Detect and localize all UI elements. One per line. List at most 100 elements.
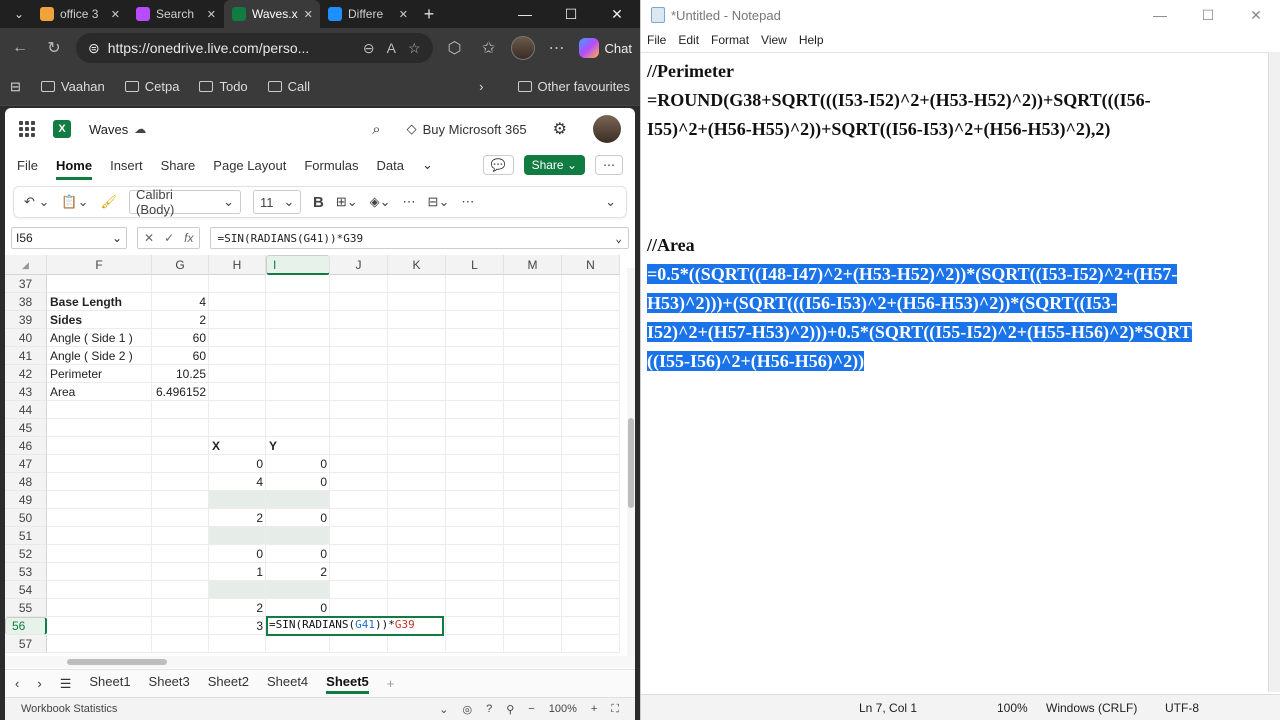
close-tab-icon[interactable]: ✕ xyxy=(399,8,408,21)
grid-cell[interactable] xyxy=(330,437,388,455)
grid-cell[interactable] xyxy=(504,275,562,293)
row-header[interactable]: 41 xyxy=(5,347,47,365)
grid-cell[interactable] xyxy=(388,509,446,527)
undo-icon[interactable]: ↶ ⌄ xyxy=(24,194,49,210)
chevron-down-icon[interactable]: ⌄ xyxy=(439,703,448,716)
other-favourites[interactable]: Other favourites xyxy=(517,79,630,94)
grid-cell[interactable] xyxy=(152,563,209,581)
grid-cell[interactable] xyxy=(446,599,504,617)
grid-cell[interactable] xyxy=(330,419,388,437)
grid-cell[interactable] xyxy=(209,419,266,437)
workbook-name[interactable]: Waves ☁ xyxy=(89,122,146,137)
grid-cell[interactable] xyxy=(562,347,620,365)
column-header[interactable]: G xyxy=(152,255,209,275)
grid-cell[interactable] xyxy=(562,617,620,635)
extensions-icon[interactable]: ⬡ xyxy=(443,38,467,58)
grid-cell[interactable] xyxy=(504,545,562,563)
cell-G39[interactable]: 2 xyxy=(152,311,209,329)
spreadsheet-grid[interactable]: ◢ F G H I J K L M N 37 38 39 40 41 42 43 44 45 46 47 48 49 50 51… xyxy=(5,255,627,655)
grid-cell[interactable] xyxy=(266,311,330,329)
buy-microsoft-365-button[interactable]: ◇ Buy Microsoft 365 xyxy=(407,121,527,137)
accessibility-icon[interactable]: ⚲ xyxy=(506,703,514,716)
row-header[interactable]: 43 xyxy=(5,383,47,401)
grid-cell[interactable] xyxy=(446,509,504,527)
grid-cell[interactable] xyxy=(152,275,209,293)
grid-cell[interactable] xyxy=(266,275,330,293)
grid-cell[interactable] xyxy=(47,581,152,599)
grid-cell[interactable] xyxy=(446,491,504,509)
grid-cell[interactable] xyxy=(330,581,388,599)
close-button[interactable]: ✕ xyxy=(1232,7,1280,24)
grid-cell[interactable] xyxy=(47,419,152,437)
scroll-thumb[interactable] xyxy=(67,659,167,665)
grid-cell[interactable] xyxy=(504,401,562,419)
grid-cell[interactable] xyxy=(209,527,266,545)
grid-cell[interactable] xyxy=(152,599,209,617)
cell-I50[interactable]: 0 xyxy=(266,509,330,527)
column-header[interactable]: F xyxy=(47,255,152,275)
vertical-scrollbar[interactable] xyxy=(627,268,635,658)
share-button[interactable]: Share ⌄ xyxy=(523,155,585,175)
feedback-icon[interactable]: ◎ xyxy=(462,703,472,716)
expand-formula-icon[interactable]: ⌄ xyxy=(615,232,622,245)
grid-cell[interactable] xyxy=(47,545,152,563)
grid-cell[interactable] xyxy=(504,617,562,635)
row-header[interactable]: 57 xyxy=(5,635,47,653)
notepad-text-area[interactable]: //Perimeter =ROUND(G38+SQRT(((I53-I52)^2+… xyxy=(641,52,1269,692)
cell-H53[interactable]: 1 xyxy=(209,563,266,581)
grid-cell[interactable] xyxy=(562,365,620,383)
grid-cell[interactable] xyxy=(152,419,209,437)
grid-cell[interactable] xyxy=(446,563,504,581)
minimize-button[interactable]: — xyxy=(502,6,548,23)
cell-H52[interactable]: 0 xyxy=(209,545,266,563)
grid-cell[interactable] xyxy=(562,311,620,329)
grid-cell[interactable] xyxy=(209,401,266,419)
grid-cell[interactable] xyxy=(562,293,620,311)
zoom-icon[interactable]: ⊖ xyxy=(363,40,375,57)
sheet-tab[interactable]: Sheet1 xyxy=(89,674,130,694)
grid-cell[interactable] xyxy=(152,527,209,545)
tab-file[interactable]: File xyxy=(17,158,38,173)
grid-cell[interactable] xyxy=(446,437,504,455)
row-header[interactable]: 49 xyxy=(5,491,47,509)
grid-cell[interactable] xyxy=(446,419,504,437)
chevron-right-icon[interactable]: › xyxy=(479,79,483,94)
grid-cell[interactable] xyxy=(388,401,446,419)
grid-cell[interactable] xyxy=(209,275,266,293)
grid-cell[interactable] xyxy=(388,293,446,311)
back-arrow-icon[interactable]: ← xyxy=(8,39,32,57)
favorite-item[interactable]: Todo xyxy=(199,79,248,94)
grid-cell[interactable] xyxy=(47,509,152,527)
grid-cell[interactable] xyxy=(504,635,562,653)
favorite-item[interactable]: Call xyxy=(267,79,310,94)
grid-cell[interactable] xyxy=(152,455,209,473)
grid-cell[interactable] xyxy=(47,455,152,473)
grid-cell[interactable] xyxy=(209,491,266,509)
grid-cell[interactable] xyxy=(504,509,562,527)
formula-input[interactable]: =SIN(RADIANS(G41))*G39 ⌄ xyxy=(210,227,629,249)
cell-G38[interactable]: 4 xyxy=(152,293,209,311)
grid-cell[interactable] xyxy=(388,563,446,581)
grid-cell[interactable] xyxy=(446,329,504,347)
grid-cell[interactable] xyxy=(388,437,446,455)
row-header[interactable]: 56 xyxy=(5,617,47,635)
close-tab-icon[interactable]: ✕ xyxy=(304,8,313,21)
cell-H48[interactable]: 4 xyxy=(209,473,266,491)
row-header[interactable]: 51 xyxy=(5,527,47,545)
grid-cell[interactable] xyxy=(330,599,388,617)
grid-cell[interactable] xyxy=(266,329,330,347)
grid-cell[interactable] xyxy=(330,293,388,311)
grid-cell[interactable] xyxy=(330,509,388,527)
profile-avatar[interactable] xyxy=(510,36,535,60)
row-header[interactable]: 53 xyxy=(5,563,47,581)
grid-cell[interactable] xyxy=(562,599,620,617)
cell-I55[interactable]: 0 xyxy=(266,599,330,617)
grid-cell[interactable] xyxy=(209,347,266,365)
row-header[interactable]: 42 xyxy=(5,365,47,383)
sheet-prev-icon[interactable]: ‹ xyxy=(15,676,19,691)
grid-cell[interactable] xyxy=(330,365,388,383)
cell-G40[interactable]: 60 xyxy=(152,329,209,347)
grid-cell[interactable] xyxy=(209,383,266,401)
grid-cell[interactable] xyxy=(209,635,266,653)
help-icon[interactable]: ? xyxy=(486,703,492,715)
